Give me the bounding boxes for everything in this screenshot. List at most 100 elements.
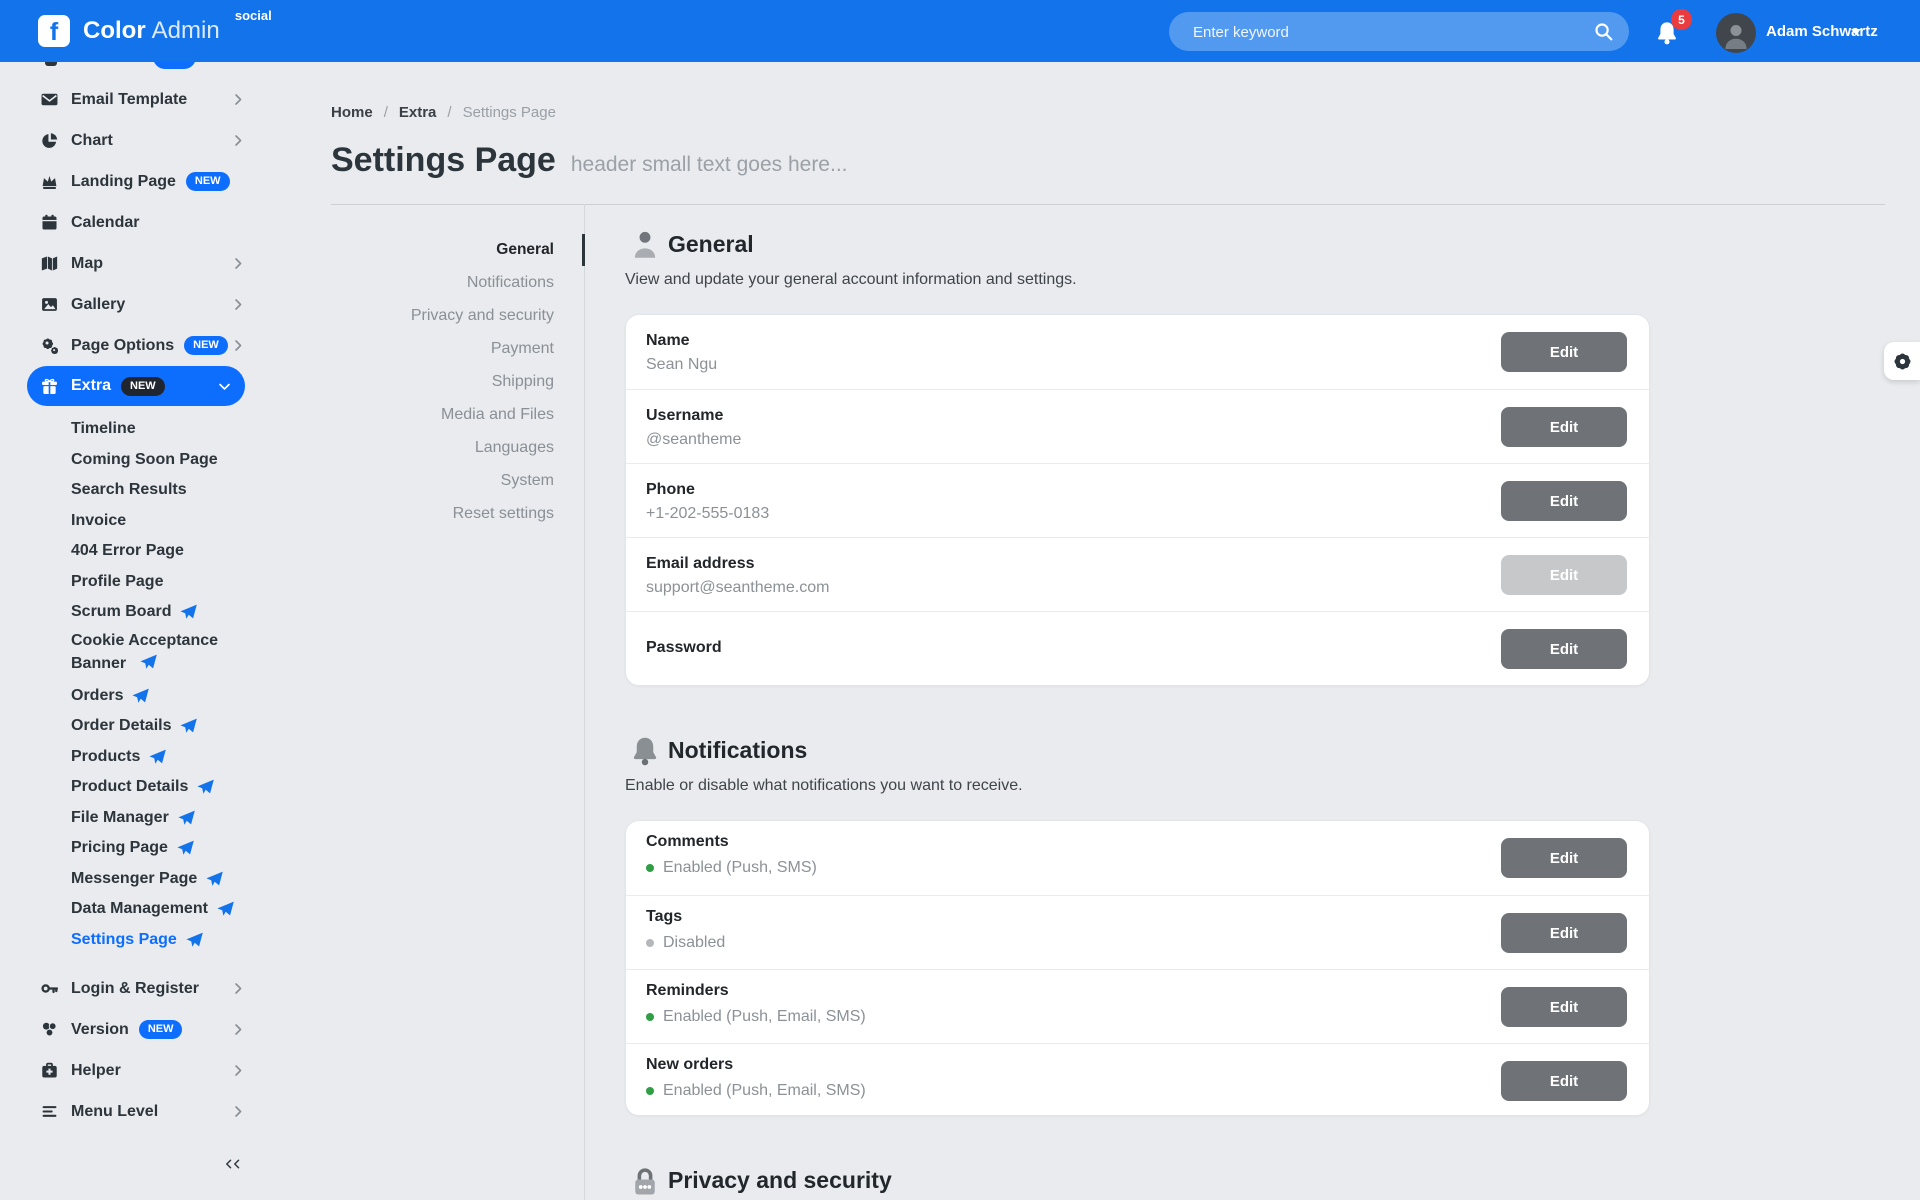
sidebar-item-label: Login & Register [71,980,199,998]
sidebar-subitem-404[interactable]: 404 Error Page [71,536,184,566]
edit-password-button[interactable]: Edit [1501,629,1627,669]
notifications-settings-card: Comments Enabled (Push, SMS) Edit Tags D… [625,820,1650,1116]
new-badge: NEW [139,1020,183,1039]
status-text: Enabled (Push, Email, SMS) [663,1008,866,1026]
sidebar-item-gallery[interactable]: Gallery [0,284,267,325]
edit-reminders-button[interactable]: Edit [1501,987,1627,1027]
sidebar-subitem-settings-page[interactable]: Settings Page [71,925,203,955]
subitem-label: Pricing Page [71,839,168,857]
sidebar-subitem-coming-soon[interactable]: Coming Soon Page [71,445,218,475]
sidebar-item-label: Page Options [71,337,174,355]
lock-icon [630,1166,660,1196]
breadcrumb-extra[interactable]: Extra [399,104,437,121]
settings-nav-reset[interactable]: Reset settings [331,500,554,528]
chevron-right-icon [232,257,245,270]
subitem-label: File Manager [71,809,169,827]
image-icon [41,296,58,313]
chevron-right-icon [232,93,245,106]
crown-icon [41,173,58,190]
page-subtitle: header small text goes here... [571,153,848,177]
sidebar-subitem-profile[interactable]: Profile Page [71,567,163,597]
subitem-label: Search Results [71,481,187,499]
setting-row-tags: Tags Disabled Edit [626,895,1649,970]
row-label: Comments [646,833,729,851]
app-header: f ColorAdmin social 5 Adam Schwartz [0,0,1920,62]
status-text: Disabled [663,934,725,952]
edit-username-button[interactable]: Edit [1501,407,1627,447]
sidebar-subitem-order-details[interactable]: Order Details [71,711,197,741]
sidebar-collapse-button[interactable] [208,1146,256,1182]
edit-email-button[interactable]: Edit [1501,555,1627,595]
sidebar-item-label: Map [71,255,103,273]
sidebar-subitem-cookie-banner[interactable]: Cookie Acceptance Banner [71,629,256,675]
user-avatar[interactable] [1716,13,1756,53]
brand-name-bold: Color [83,17,146,44]
settings-nav-system[interactable]: System [331,467,554,495]
sidebar-item-page-options[interactable]: Page Options NEW [0,325,267,366]
sidebar-subitem-search-results[interactable]: Search Results [71,475,187,505]
caret-down-icon[interactable] [1851,29,1861,35]
sidebar-item-map[interactable]: Map [0,243,267,284]
sidebar-subitem-messenger[interactable]: Messenger Page [71,864,223,894]
search-input[interactable] [1191,12,1575,53]
sidebar-subitem-file-manager[interactable]: File Manager [71,803,195,833]
calendar-icon [41,214,58,231]
sidebar-subitem-pricing[interactable]: Pricing Page [71,833,194,863]
status-text: Enabled (Push, SMS) [663,859,817,877]
subitem-label: Data Management [71,900,208,918]
setting-row-reminders: Reminders Enabled (Push, Email, SMS) Edi… [626,969,1649,1044]
edit-tags-button[interactable]: Edit [1501,913,1627,953]
settings-nav-notifications[interactable]: Notifications [331,269,554,297]
setting-row-email: Email address support@seantheme.com Edit [626,537,1649,612]
search-icon[interactable] [1594,22,1613,41]
settings-nav-languages[interactable]: Languages [331,434,554,462]
edit-comments-button[interactable]: Edit [1501,838,1627,878]
settings-nav-divider [584,204,585,1200]
sidebar-item-extra[interactable]: Extra NEW [27,366,245,406]
sidebar-item-email-template[interactable]: Email Template [0,79,267,120]
sidebar-item-chart[interactable]: Chart [0,120,267,161]
settings-nav-active-indicator [582,234,585,266]
sidebar-item-login-register[interactable]: Login & Register [0,968,267,1009]
sidebar-item-helper[interactable]: Helper [0,1050,267,1091]
setting-row-password: Password Edit [626,611,1649,686]
sidebar-item-version[interactable]: Version NEW [0,1009,267,1050]
row-label: Phone [646,481,695,499]
sidebar-subitem-timeline[interactable]: Timeline [71,414,136,444]
edit-new-orders-button[interactable]: Edit [1501,1061,1627,1101]
settings-nav-general[interactable]: General [331,236,554,264]
sidebar-subitem-scrum-board[interactable]: Scrum Board [71,597,197,627]
edit-name-button[interactable]: Edit [1501,332,1627,372]
sidebar-item-calendar[interactable]: Calendar [0,202,267,243]
sidebar-item-label: Version [71,1021,129,1039]
paper-plane-icon [149,749,166,766]
breadcrumb-separator: / [447,104,451,121]
sidebar-item-menu-level[interactable]: Menu Level [0,1091,267,1132]
sidebar-subitem-product-details[interactable]: Product Details [71,772,214,802]
chevron-right-icon [232,134,245,147]
setting-row-phone: Phone +1-202-555-0183 Edit [626,463,1649,538]
section-description-notifications: Enable or disable what notifications you… [625,777,1023,795]
app-logo[interactable]: f ColorAdmin social [38,15,272,47]
row-value: support@seantheme.com [646,579,829,597]
paper-plane-icon [140,654,157,671]
breadcrumb: Home / Extra / Settings Page [331,104,556,121]
edit-phone-button[interactable]: Edit [1501,481,1627,521]
sidebar-subitem-data-management[interactable]: Data Management [71,894,234,924]
settings-nav-media[interactable]: Media and Files [331,401,554,429]
sidebar-item-label: Gallery [71,296,125,314]
breadcrumb-home[interactable]: Home [331,104,373,121]
chevron-right-icon [232,1064,245,1077]
settings-nav-privacy[interactable]: Privacy and security [331,302,554,330]
theme-settings-button[interactable] [1884,342,1920,380]
sidebar-item-label: Chart [71,132,113,150]
section-title-general: General [668,231,754,258]
settings-nav-payment[interactable]: Payment [331,335,554,363]
sidebar-subitem-invoice[interactable]: Invoice [71,506,126,536]
sidebar-item-landing-page[interactable]: Landing Page NEW [0,161,267,202]
sidebar-subitem-orders[interactable]: Orders [71,681,149,711]
first-aid-icon [41,1062,58,1079]
row-value: +1-202-555-0183 [646,505,769,523]
settings-nav-shipping[interactable]: Shipping [331,368,554,396]
sidebar-subitem-products[interactable]: Products [71,742,166,772]
